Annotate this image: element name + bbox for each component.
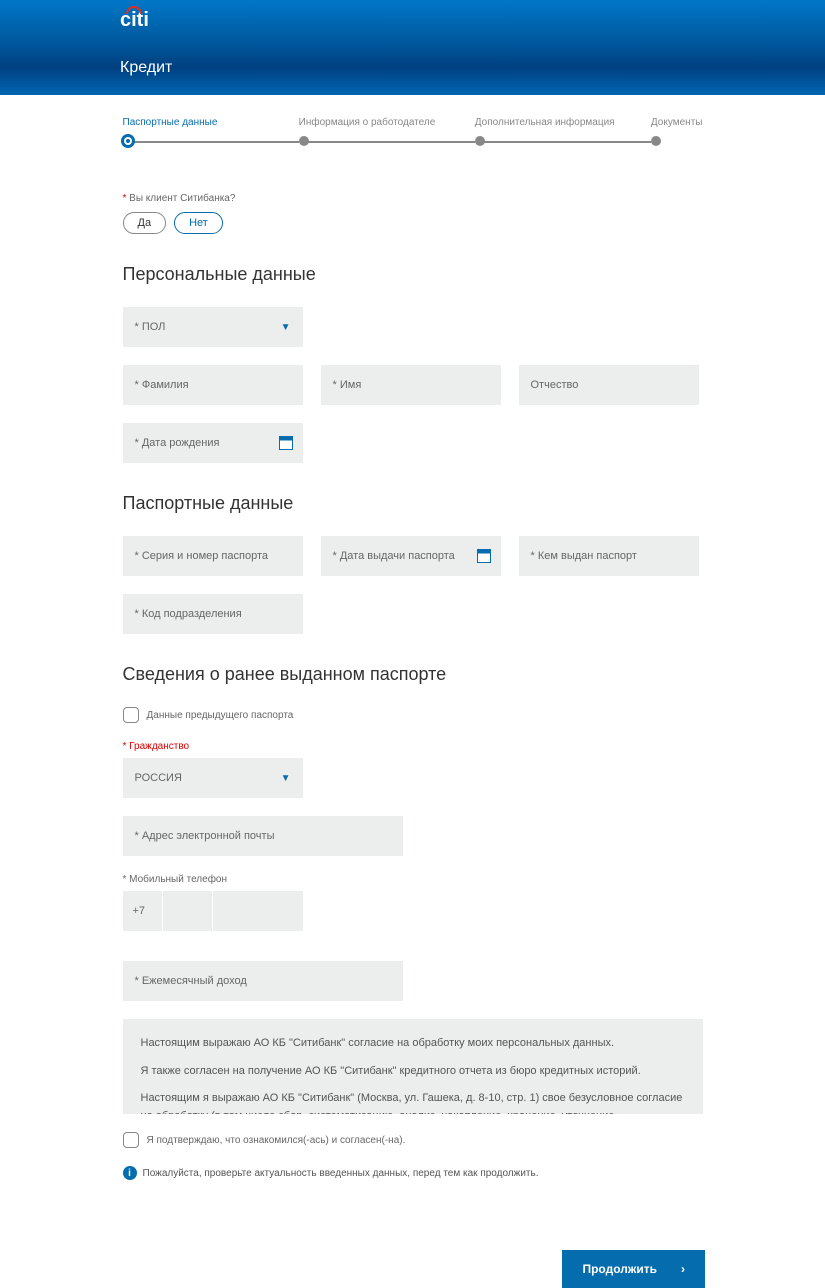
passport-by-input[interactable]: Кем выдан паспорт	[519, 536, 699, 576]
continue-label: Продолжить	[582, 1262, 657, 1276]
prev-passport-label: Данные предыдущего паспорта	[147, 710, 294, 721]
phone-number-input[interactable]	[213, 891, 303, 931]
confirm-checkbox[interactable]	[123, 1132, 139, 1148]
logo-arc-icon	[126, 6, 142, 14]
step-line	[480, 141, 651, 143]
client-yes-button[interactable]: Да	[123, 212, 167, 234]
client-question-label: Вы клиент Ситибанка?	[123, 193, 703, 204]
surname-placeholder: Фамилия	[135, 379, 189, 391]
citizenship-select[interactable]: РОССИЯ ▼	[123, 758, 303, 798]
dob-placeholder: Дата рождения	[135, 437, 220, 449]
gender-select[interactable]: ПОЛ ▼	[123, 307, 303, 347]
citizenship-value: РОССИЯ	[135, 772, 182, 784]
consent-p3: Настоящим я выражаю АО КБ "Ситибанк" (Мо…	[141, 1090, 685, 1114]
header-top: citi	[0, 0, 825, 40]
passport-sn-placeholder: Серия и номер паспорта	[135, 550, 268, 562]
chevron-down-icon: ▼	[281, 773, 291, 784]
step-label: Документы	[651, 117, 703, 128]
surname-input[interactable]: Фамилия	[123, 365, 303, 405]
client-no-button[interactable]: Нет	[174, 212, 223, 234]
consent-p1: Настоящим выражаю АО КБ "Ситибанк" согла…	[141, 1035, 685, 1053]
passport-date-placeholder: Дата выдачи паспорта	[333, 550, 455, 562]
phone-prefix: +7	[123, 891, 163, 931]
phone-label: * Мобильный телефон	[123, 874, 703, 885]
progress-stepper: Паспортные данные Информация о работодат…	[123, 117, 703, 148]
email-input[interactable]: Адрес электронной почты	[123, 816, 403, 856]
patronymic-input[interactable]: Отчество	[519, 365, 699, 405]
calendar-icon[interactable]	[477, 549, 491, 563]
step-label: Информация о работодателе	[299, 117, 475, 128]
step-dot-icon	[651, 136, 661, 146]
step-additional[interactable]: Дополнительная информация	[475, 117, 651, 146]
gender-placeholder: ПОЛ	[135, 321, 166, 333]
name-placeholder: Имя	[333, 379, 362, 391]
income-placeholder: Ежемесячный доход	[135, 975, 247, 987]
calendar-icon[interactable]	[279, 436, 293, 450]
citi-logo: citi	[120, 9, 149, 32]
chevron-right-icon: ›	[681, 1262, 685, 1276]
step-dot-icon	[475, 136, 485, 146]
header-subtitle: Кредит	[0, 40, 825, 95]
prev-passport-checkbox[interactable]	[123, 707, 139, 723]
phone-code-input[interactable]	[163, 891, 213, 931]
dept-code-input[interactable]: Код подразделения	[123, 594, 303, 634]
confirm-label: Я подтверждаю, что ознакомился(-ась) и с…	[147, 1135, 406, 1146]
info-icon: i	[123, 1166, 137, 1180]
dept-code-placeholder: Код подразделения	[135, 608, 242, 620]
email-placeholder: Адрес электронной почты	[135, 830, 275, 842]
passport-by-placeholder: Кем выдан паспорт	[531, 550, 637, 562]
step-documents[interactable]: Документы	[651, 117, 703, 146]
step-dot-icon	[299, 136, 309, 146]
section-personal-title: Персональные данные	[123, 264, 703, 285]
patronymic-placeholder: Отчество	[531, 379, 579, 391]
dob-input[interactable]: Дата рождения	[123, 423, 303, 463]
name-input[interactable]: Имя	[321, 365, 501, 405]
step-passport[interactable]: Паспортные данные	[123, 117, 299, 148]
step-label: Дополнительная информация	[475, 117, 651, 128]
passport-sn-input[interactable]: Серия и номер паспорта	[123, 536, 303, 576]
chevron-down-icon: ▼	[281, 322, 291, 333]
step-dot-icon	[121, 134, 135, 148]
citizenship-label: * Гражданство	[123, 741, 703, 752]
section-prev-passport-title: Сведения о ранее выданном паспорте	[123, 664, 703, 685]
step-label: Паспортные данные	[123, 117, 299, 128]
continue-button[interactable]: Продолжить ›	[562, 1250, 705, 1288]
step-employer[interactable]: Информация о работодателе	[299, 117, 475, 146]
section-passport-title: Паспортные данные	[123, 493, 703, 514]
info-text: Пожалуйста, проверьте актуальность введе…	[143, 1168, 539, 1179]
step-line	[128, 141, 299, 143]
step-line	[304, 141, 475, 143]
passport-date-input[interactable]: Дата выдачи паспорта	[321, 536, 501, 576]
consent-text-box[interactable]: Настоящим выражаю АО КБ "Ситибанк" согла…	[123, 1019, 703, 1114]
income-input[interactable]: Ежемесячный доход	[123, 961, 403, 1001]
consent-p2: Я также согласен на получение АО КБ "Сит…	[141, 1063, 685, 1081]
page-title: Кредит	[120, 59, 172, 77]
